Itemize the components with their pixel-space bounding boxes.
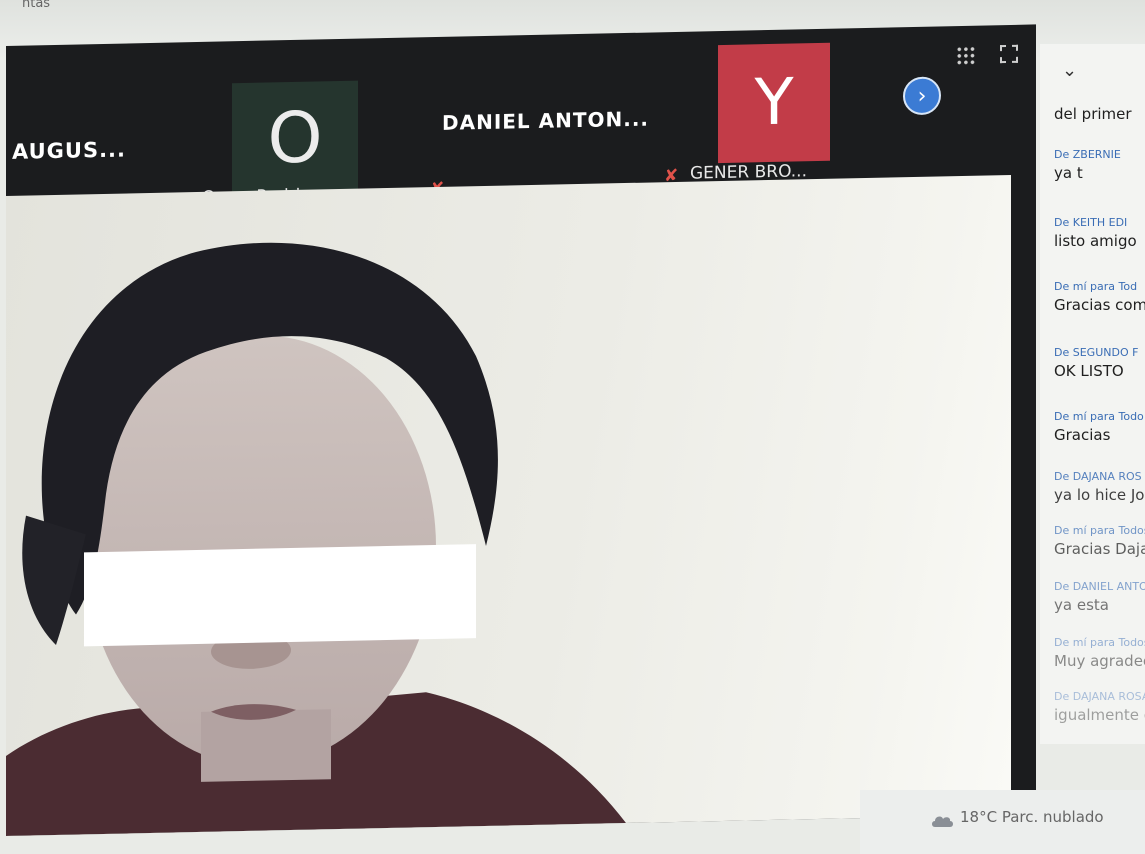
- chat-message: De mí para Todos Gracias Dajana: [1054, 524, 1145, 558]
- fullscreen-icon[interactable]: [1000, 44, 1018, 64]
- participant-name: AUGUS...: [12, 137, 127, 164]
- chat-message-sender: De DAJANA ROSAL: [1054, 690, 1145, 703]
- taskbar: 18°C Parc. nublado: [860, 790, 1145, 854]
- chat-message-text: del primer: [1054, 105, 1132, 123]
- chat-message-sender: De mí para Tod: [1054, 280, 1138, 293]
- chat-message: De DAJANA ROSAL igualmente comp: [1054, 690, 1145, 724]
- chat-message: De mí para Todo Gracias: [1054, 410, 1144, 444]
- chat-message-sender: De KEITH EDI: [1054, 216, 1128, 229]
- participant-strip: AUGUS... O ✘ Oscar Rodri... DANIEL ANTON…: [6, 24, 1036, 210]
- participant-tile-gener[interactable]: Y: [718, 42, 830, 164]
- avatar: Y: [754, 65, 794, 141]
- main-video-feed: [6, 174, 1011, 837]
- meeting-window: AUGUS... O ✘ Oscar Rodri... DANIEL ANTON…: [6, 24, 1036, 837]
- next-participants-button[interactable]: ›: [903, 76, 941, 116]
- redaction-box: [84, 544, 476, 647]
- chat-message-text: Gracias comp: [1054, 296, 1145, 314]
- chat-message: De ZBERNIE ya t: [1054, 148, 1121, 182]
- chat-message-sender: De mí para Todos: [1054, 636, 1145, 649]
- chat-message: del primer: [1054, 102, 1132, 123]
- chat-message-text: Gracias Dajana: [1054, 540, 1145, 558]
- chat-message-text: listo amigo: [1054, 232, 1137, 250]
- avatar: O: [267, 96, 323, 180]
- chat-message: De DANIEL ANTON ya esta: [1054, 580, 1145, 614]
- chat-message-text: Gracias: [1054, 426, 1111, 444]
- chat-message: De mí para Tod Gracias comp: [1054, 280, 1145, 314]
- chat-message-text: igualmente comp: [1054, 706, 1145, 724]
- chat-message: De KEITH EDI listo amigo: [1054, 216, 1137, 250]
- chat-message: De mí para Todos Muy agradecido: [1054, 636, 1145, 670]
- chat-message-text: ya lo hice Jose: [1054, 486, 1145, 504]
- chat-message-sender: De SEGUNDO F: [1054, 346, 1139, 359]
- speaker-video-illustration: [6, 242, 626, 836]
- chat-message-sender: De DAJANA ROS: [1054, 470, 1142, 483]
- participant-name: DANIEL ANTON...: [442, 106, 650, 135]
- chat-message-text: OK LISTO: [1054, 362, 1124, 380]
- grid-icon[interactable]: [956, 45, 976, 67]
- chevron-down-icon[interactable]: ⌄: [1062, 60, 1077, 81]
- cloud-icon: [932, 816, 953, 827]
- chat-message-sender: De mí para Todo: [1054, 410, 1144, 423]
- chat-message-sender: De ZBERNIE: [1054, 148, 1121, 161]
- chat-message-sender: De DANIEL ANTON: [1054, 580, 1145, 593]
- chat-message: De SEGUNDO F OK LISTO: [1054, 346, 1138, 380]
- chat-panel: ⌄ del primer De ZBERNIE ya t De KEITH ED…: [1040, 44, 1145, 744]
- chat-message-sender: De mí para Todos: [1054, 524, 1145, 537]
- window-title: ntas: [22, 0, 51, 11]
- chat-message-text: ya t: [1054, 164, 1083, 182]
- chat-message: De DAJANA ROS ya lo hice Jose: [1054, 470, 1145, 504]
- participant-tile-oscar[interactable]: O: [232, 80, 358, 196]
- chevron-right-icon: ›: [917, 83, 927, 109]
- chat-message-text: Muy agradecido: [1054, 652, 1145, 670]
- chat-message-text: ya esta: [1054, 596, 1109, 614]
- weather-status[interactable]: 18°C Parc. nublado: [960, 808, 1104, 826]
